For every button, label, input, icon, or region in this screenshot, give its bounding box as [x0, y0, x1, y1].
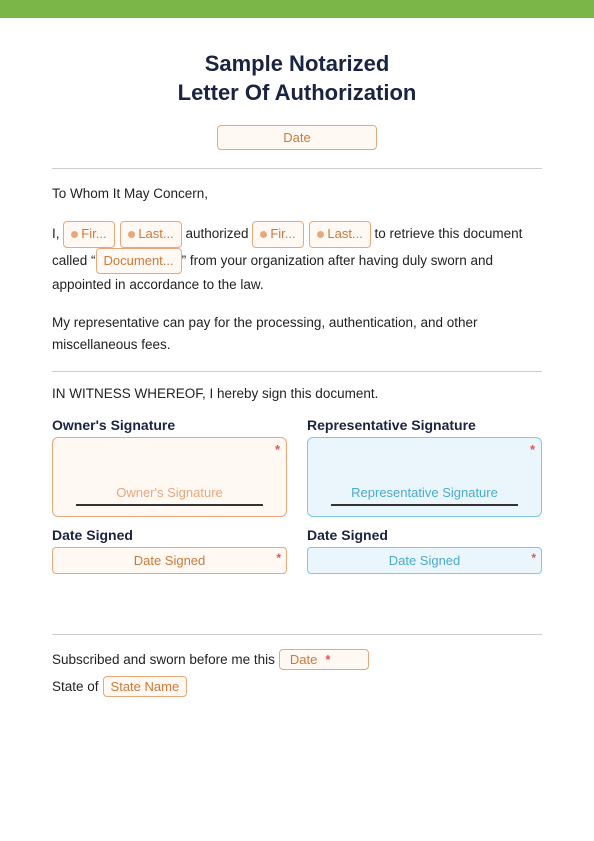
date-signed-row: Date Signed Date Signed Date Signed Date… [52, 527, 542, 574]
signature-row: Owner's Signature Owner's Signature Repr… [52, 417, 542, 517]
body-prefix: I, [52, 226, 60, 241]
rep-sig-box[interactable]: Representative Signature [307, 437, 542, 517]
subscribed-req-star: * [325, 652, 330, 667]
divider-1 [52, 168, 542, 169]
body-paragraph-2: My representative can pay for the proces… [52, 312, 542, 355]
rep-sig-label: Representative Signature [307, 417, 542, 433]
owner-sig-col: Owner's Signature Owner's Signature [52, 417, 287, 517]
rep-sig-col: Representative Signature Representative … [307, 417, 542, 517]
top-date-wrap: Date [52, 125, 542, 150]
owner-date-label: Date Signed [52, 527, 287, 543]
salutation: To Whom It May Concern, [52, 183, 542, 205]
state-name-field[interactable]: State Name [103, 676, 188, 697]
rep-date-col: Date Signed Date Signed [307, 527, 542, 574]
green-accent-bar [0, 0, 594, 18]
page: Sample Notarized Letter Of Authorization… [0, 0, 594, 841]
rep-sig-line [331, 504, 517, 506]
date-field[interactable]: Date [217, 125, 377, 150]
witness-text: IN WITNESS WHEREOF, I hereby sign this d… [52, 386, 542, 401]
page-title: Sample Notarized Letter Of Authorization [52, 50, 542, 107]
subscribed-row: Subscribed and sworn before me this Date… [52, 649, 542, 670]
owner-date-field[interactable]: Date Signed [52, 547, 287, 574]
subscribed-date-field[interactable]: Date * [279, 649, 369, 670]
document-field[interactable]: Document... [96, 248, 182, 275]
owner-sig-line [76, 504, 262, 506]
owner-sig-label: Owner's Signature [52, 417, 287, 433]
first-name-2-field[interactable]: Fir... [252, 221, 303, 248]
divider-3 [52, 634, 542, 635]
rep-date-field[interactable]: Date Signed [307, 547, 542, 574]
owner-sig-placeholder: Owner's Signature [116, 485, 223, 500]
rep-sig-placeholder: Representative Signature [351, 485, 498, 500]
divider-2 [52, 371, 542, 372]
owner-date-col: Date Signed Date Signed [52, 527, 287, 574]
body-paragraph-1: I, Fir... Last... authorized Fir... Last… [52, 221, 542, 296]
first-name-1-field[interactable]: Fir... [63, 221, 114, 248]
state-text: State of [52, 679, 99, 694]
subscribed-text: Subscribed and sworn before me this [52, 652, 275, 667]
last-name-1-field[interactable]: Last... [120, 221, 181, 248]
state-row: State of State Name [52, 676, 542, 697]
owner-sig-box[interactable]: Owner's Signature [52, 437, 287, 517]
last-name-2-field[interactable]: Last... [309, 221, 370, 248]
rep-date-label: Date Signed [307, 527, 542, 543]
